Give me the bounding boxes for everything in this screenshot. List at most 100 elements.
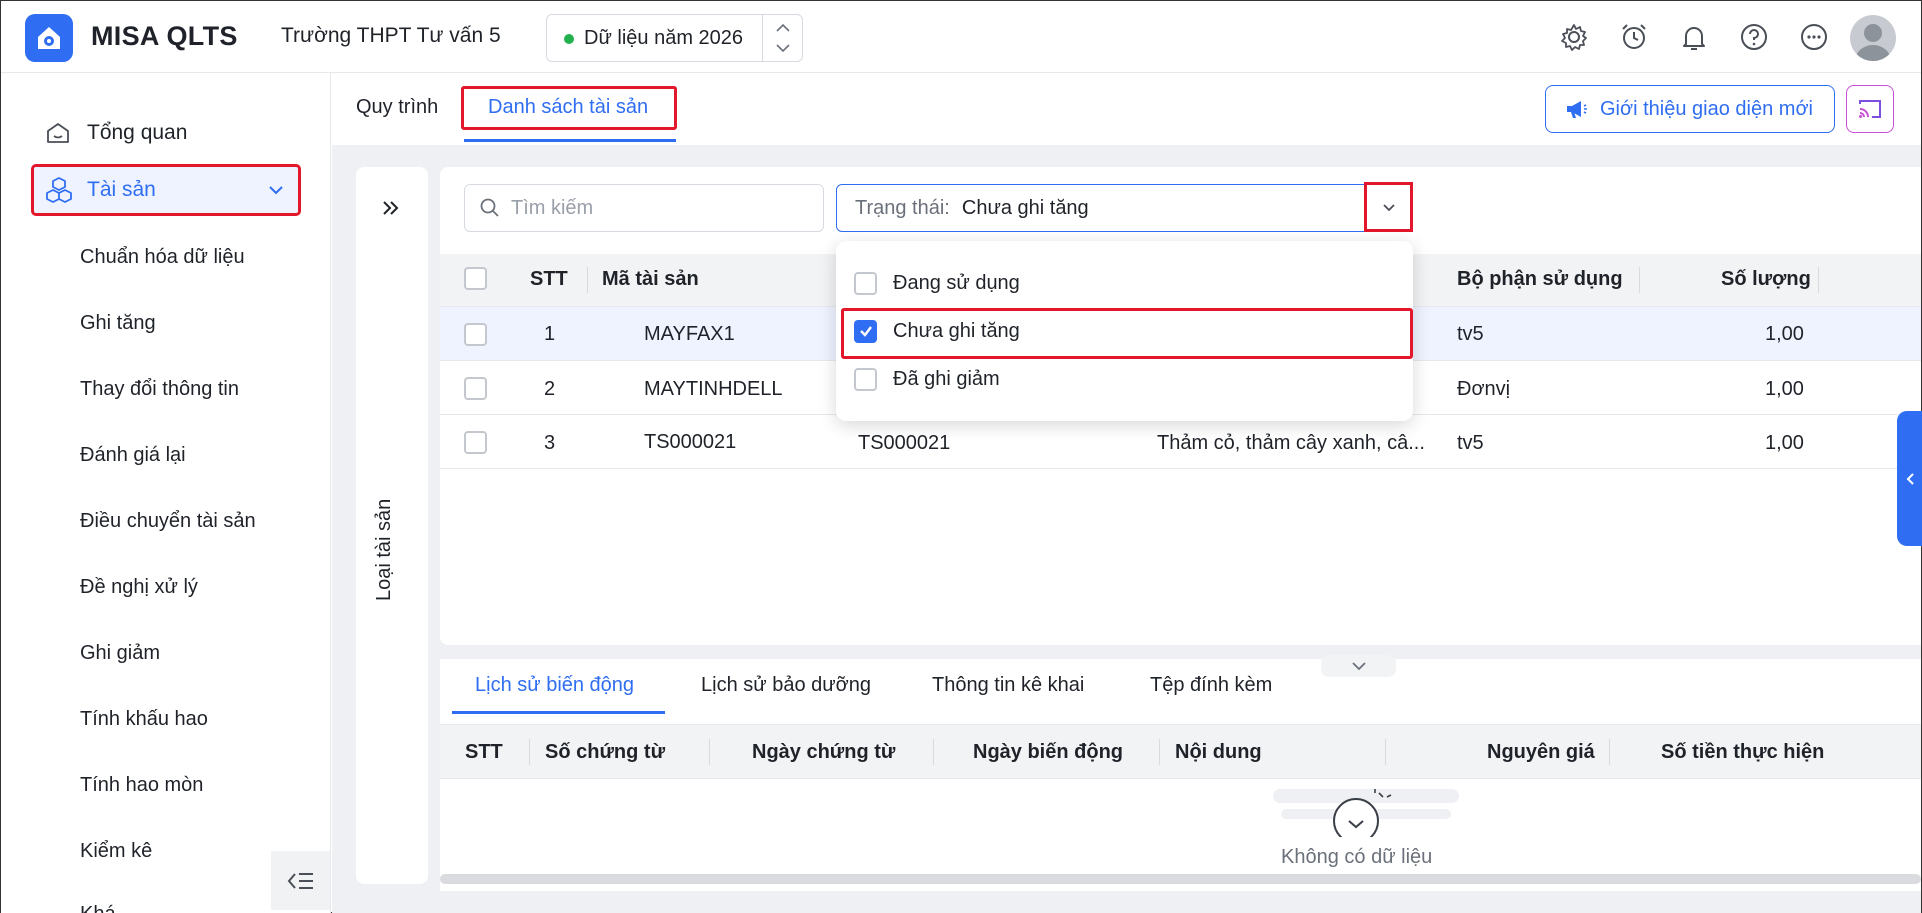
sidebar: Tổng quan Tài sản Chuẩn hóa dữ liệu Ghi …	[1, 73, 331, 913]
tab-maintenance-history[interactable]: Lịch sử bảo dưỡng	[701, 674, 871, 697]
settings-icon[interactable]	[1556, 19, 1592, 55]
year-spinner[interactable]	[762, 15, 802, 61]
sidebar-subitem[interactable]: Tính khấu hao	[80, 708, 208, 731]
column-separator[interactable]	[529, 739, 530, 765]
status-filter-label: Trạng thái:	[855, 196, 950, 219]
alarm-icon[interactable]	[1616, 19, 1652, 55]
horizontal-scrollbar[interactable]	[440, 874, 1921, 884]
column-separator[interactable]	[1639, 267, 1640, 293]
cell-dept: tv5	[1457, 432, 1484, 454]
sidebar-subitem[interactable]: Đánh giá lại	[80, 444, 186, 467]
cell-stt: 1	[544, 323, 556, 345]
panel-splitter[interactable]	[1321, 655, 1396, 677]
column-separator[interactable]	[1385, 739, 1386, 765]
user-avatar[interactable]	[1850, 15, 1896, 61]
asset-type-label[interactable]: Loại tài sản	[373, 499, 396, 601]
cell-stt: 2	[544, 378, 556, 400]
sidebar-subitem[interactable]: Tính hao mòn	[80, 774, 203, 797]
column-separator[interactable]	[587, 267, 588, 293]
column-header-doc-no[interactable]: Số chứng từ	[545, 741, 665, 764]
sidebar-subitem[interactable]: Đề nghị xử lý	[80, 576, 198, 599]
column-header-content[interactable]: Nội dung	[1175, 741, 1262, 764]
tab-process[interactable]: Quy trình	[356, 96, 438, 119]
home-icon	[45, 120, 71, 146]
collapse-sidebar-button[interactable]	[271, 851, 330, 910]
sidebar-item-assets[interactable]: Tài sản	[31, 164, 301, 216]
cast-button[interactable]	[1846, 85, 1894, 133]
tab-attachments[interactable]: Tệp đính kèm	[1150, 674, 1272, 697]
column-separator[interactable]	[709, 739, 710, 765]
year-selector[interactable]: Dữ liệu năm 2026	[546, 14, 803, 62]
row-checkbox[interactable]	[464, 377, 487, 400]
column-header-doc-date[interactable]: Ngày chứng từ	[752, 741, 895, 764]
sidebar-subitem[interactable]: Kiểm kê	[80, 840, 152, 863]
app-logo-icon[interactable]	[25, 14, 73, 62]
sidebar-item-overview[interactable]: Tổng quan	[45, 113, 295, 153]
column-header-stt[interactable]: STT	[465, 741, 503, 764]
column-header-stt[interactable]: STT	[530, 268, 568, 291]
tab-asset-list[interactable]: Danh sách tài sản	[488, 96, 648, 119]
app-header: MISA QLTS Trường THPT Tư vấn 5 Dữ liệu n…	[1, 1, 1921, 73]
column-separator[interactable]	[933, 739, 934, 765]
tab-active-underline	[464, 139, 676, 142]
intro-new-ui-button[interactable]: Giới thiệu giao diện mới	[1545, 85, 1835, 133]
tab-change-history[interactable]: Lịch sử biến động	[475, 674, 634, 697]
chevron-left-icon	[1906, 472, 1914, 485]
cell-code: TS000021	[644, 431, 737, 453]
expand-panel-icon[interactable]	[380, 197, 402, 219]
cubes-icon	[45, 176, 73, 204]
help-icon[interactable]	[1736, 19, 1772, 55]
intro-button-label: Giới thiệu giao diện mới	[1600, 97, 1813, 120]
chevron-down-icon	[1382, 204, 1395, 212]
cell-qty: 1,00	[1765, 323, 1804, 345]
sidebar-subitem[interactable]: Điều chuyển tài sản	[80, 510, 256, 533]
column-header-amount[interactable]: Số tiền thực hiện	[1661, 741, 1824, 764]
column-separator[interactable]	[1818, 267, 1819, 293]
option-label: Đang sử dụng	[893, 271, 1020, 294]
status-option-decreased[interactable]: Đã ghi giảm	[836, 356, 1413, 402]
status-option-in-use[interactable]: Đang sử dụng	[836, 260, 1413, 306]
cell-type: Thảm cỏ, thảm cây xanh, câ...	[1157, 432, 1425, 454]
sidebar-subitem[interactable]: Khá...	[80, 903, 132, 913]
sidebar-subitem[interactable]: Ghi giảm	[80, 642, 160, 665]
cell-name: TS000021	[858, 432, 951, 454]
tab-active-underline	[452, 711, 665, 714]
option-label: Đã ghi giảm	[893, 367, 1000, 390]
empty-state-text: Không có dữ liệu	[1281, 846, 1433, 868]
cell-dept: tv5	[1457, 323, 1484, 345]
school-name[interactable]: Trường THPT Tư vấn 5	[281, 24, 501, 48]
column-separator[interactable]	[1609, 739, 1610, 765]
status-filter-select[interactable]: Trạng thái: Chưa ghi tăng	[836, 184, 1413, 232]
sidebar-subitem[interactable]: Ghi tăng	[80, 312, 156, 335]
search-input[interactable]: Tìm kiếm	[464, 184, 824, 232]
chevron-down-icon	[1351, 662, 1366, 671]
search-icon	[479, 197, 501, 219]
collapse-icon	[287, 872, 313, 889]
column-header-code[interactable]: Mã tài sản	[602, 268, 699, 291]
status-filter-value: Chưa ghi tăng	[961, 196, 1089, 219]
sidebar-subitem[interactable]: Thay đổi thông tin	[80, 378, 239, 401]
year-label: Dữ liệu năm 2026	[584, 27, 744, 49]
select-all-checkbox[interactable]	[464, 267, 487, 290]
empty-state-icon	[1271, 779, 1461, 837]
tab-declaration-info[interactable]: Thông tin kê khai	[932, 674, 1084, 697]
sidebar-item-label: Tài sản	[87, 178, 156, 201]
sidebar-item-label: Tổng quan	[87, 121, 188, 144]
column-separator[interactable]	[1159, 739, 1160, 765]
option-checkbox[interactable]	[854, 271, 877, 295]
column-header-dept[interactable]: Bộ phận sử dụng	[1457, 268, 1623, 291]
column-header-original-value[interactable]: Nguyên giá	[1487, 741, 1595, 764]
bell-icon[interactable]	[1676, 19, 1712, 55]
sidebar-subitem[interactable]: Chuẩn hóa dữ liệu	[80, 246, 245, 269]
option-checkbox[interactable]	[854, 367, 877, 391]
cell-qty: 1,00	[1765, 432, 1804, 454]
row-checkbox[interactable]	[464, 431, 487, 454]
status-dropdown-toggle[interactable]	[1364, 182, 1413, 232]
megaphone-icon	[1564, 98, 1588, 120]
column-header-qty[interactable]: Số lượng	[1721, 268, 1811, 291]
cell-code: MAYTINHDELL	[644, 378, 783, 400]
row-checkbox[interactable]	[464, 323, 487, 346]
side-panel-toggle[interactable]	[1897, 411, 1922, 546]
more-icon[interactable]	[1796, 19, 1832, 55]
column-header-change-date[interactable]: Ngày biến động	[973, 741, 1123, 764]
